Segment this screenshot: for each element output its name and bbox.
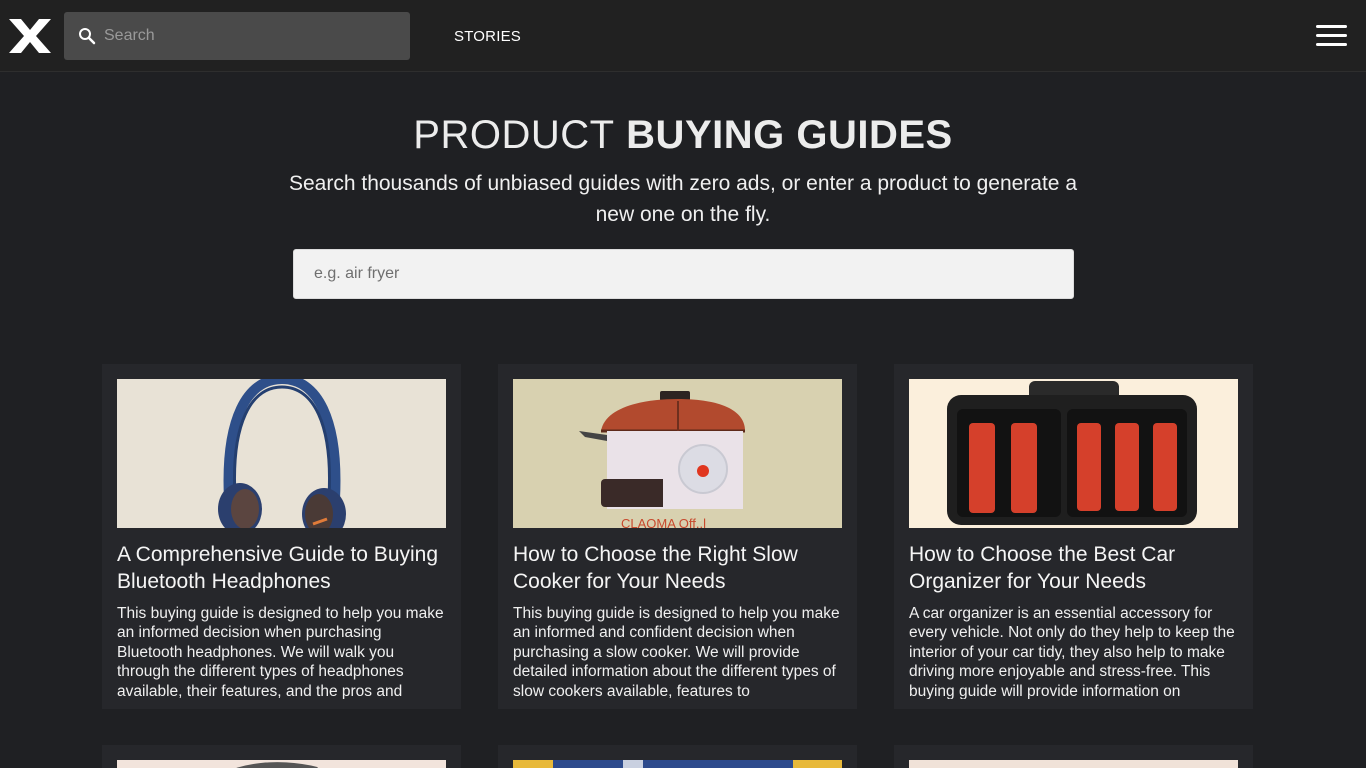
- guide-card-title[interactable]: How to Choose the Best Car Organizer for…: [909, 541, 1239, 595]
- slow-cooker-image-caption: CLAOMA Off..l: [621, 516, 706, 528]
- car-organizer-illustration: [909, 379, 1238, 528]
- guide-card-partial[interactable]: [102, 745, 461, 768]
- top-navigation-bar: STORIES: [0, 0, 1366, 72]
- header-search-box[interactable]: [64, 12, 410, 60]
- guide-card-car-organizer[interactable]: How to Choose the Best Car Organizer for…: [894, 364, 1253, 709]
- hamburger-menu-icon[interactable]: [1316, 25, 1348, 47]
- guide-card-bluetooth-headphones[interactable]: A Comprehensive Guide to Buying Bluetoot…: [102, 364, 461, 709]
- product-search-input[interactable]: [293, 249, 1074, 299]
- page-subtitle: Search thousands of unbiased guides with…: [288, 172, 1077, 226]
- page-title: PRODUCT BUYING GUIDES: [0, 113, 1366, 158]
- page-title-bold: BUYING GUIDES: [626, 113, 953, 157]
- search-icon: [79, 28, 96, 45]
- guide-card-partial[interactable]: [894, 745, 1253, 768]
- guide-card-description: A car organizer is an essential accessor…: [909, 605, 1235, 699]
- slow-cooker-illustration: CLAOMA Off..l: [513, 379, 842, 528]
- guide-card-title[interactable]: How to Choose the Right Slow Cooker for …: [513, 541, 843, 595]
- guide-card-partial[interactable]: [498, 745, 857, 768]
- guide-card-image: [909, 760, 1238, 768]
- x-logo-icon[interactable]: [7, 17, 53, 55]
- guide-card-description: This buying guide is designed to help yo…: [513, 605, 840, 699]
- guide-card-image: [117, 760, 446, 768]
- guide-card-image: [513, 760, 842, 768]
- guide-card-description: This buying guide is designed to help yo…: [117, 605, 444, 699]
- header-search-input[interactable]: [104, 12, 404, 60]
- guide-card-title[interactable]: A Comprehensive Guide to Buying Bluetoot…: [117, 541, 447, 595]
- headphones-illustration: [117, 379, 446, 528]
- guide-card-slow-cooker[interactable]: CLAOMA Off..l How to Choose the Right Sl…: [498, 364, 857, 709]
- page-title-light: PRODUCT: [413, 113, 615, 157]
- nav-link-stories[interactable]: STORIES: [454, 28, 521, 45]
